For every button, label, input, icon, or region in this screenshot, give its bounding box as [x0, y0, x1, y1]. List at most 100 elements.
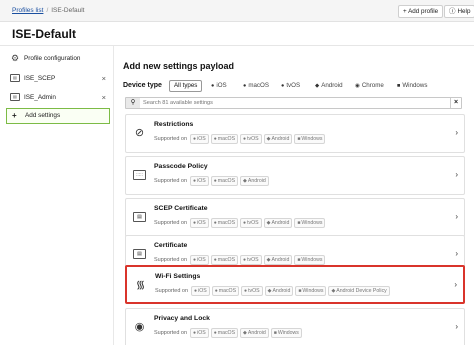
sidebar-item-ise-admin[interactable]: ▤ ISE_Admin ×	[6, 89, 110, 106]
device-type-windows[interactable]: ■ Windows	[397, 80, 427, 92]
windows-icon: ■	[297, 220, 301, 226]
platform-badge: ●iOS	[190, 176, 209, 186]
platform-label: Android	[271, 220, 290, 226]
platform-badge: ■Windows	[294, 255, 326, 265]
settings-card-restrictions[interactable]: ⊘ Restrictions Supported on ●iOS ●macOS ●tv…	[125, 114, 465, 153]
apple-icon: ●	[211, 83, 215, 89]
platform-label: macOS	[217, 257, 236, 263]
platform-label: Windows	[302, 288, 324, 294]
platform-label: macOS	[218, 288, 237, 294]
windows-icon: ■	[297, 136, 301, 142]
help-icon: ⓘ	[449, 8, 456, 15]
device-type-tvos[interactable]: ● tvOS	[281, 80, 300, 92]
platform-badge: ●tvOS	[240, 134, 262, 144]
apple-icon: ●	[213, 257, 217, 263]
platform-badge: ●macOS	[211, 286, 240, 296]
platform-badge: ■Windows	[294, 218, 326, 228]
platform-label: iOS	[198, 288, 207, 294]
apple-icon: ●	[243, 220, 247, 226]
platform-badge: ■Windows	[270, 328, 302, 338]
apple-icon: ●	[244, 288, 248, 294]
device-type-macos[interactable]: ● macOS	[243, 80, 269, 92]
card-title: Certificate	[154, 242, 188, 249]
sidebar-item-label: ISE_Admin	[24, 94, 56, 101]
settings-card-wifi-settings[interactable]: ᯾ Wi-Fi Settings Supported on ●iOS ●macOS ●…	[125, 265, 465, 304]
main-panel: Add new settings payload Device type All…	[121, 46, 467, 345]
platform-label: iOS	[197, 136, 206, 142]
platform-label: tvOS	[248, 288, 260, 294]
clear-search-button[interactable]: ×	[450, 98, 461, 108]
apple-icon: ●	[193, 178, 197, 184]
platform-badge: ●macOS	[210, 328, 239, 338]
certificate-icon: ▤	[133, 249, 146, 259]
apple-icon: ●	[193, 257, 197, 263]
android-icon: ◆	[266, 220, 271, 226]
platform-badge: ◆Android	[240, 328, 269, 338]
apple-icon: ●	[243, 136, 247, 142]
settings-card-privacy-and-lock[interactable]: ◉ Privacy and Lock Supported on ●iOS ●macO…	[125, 308, 465, 345]
breadcrumb-profiles-list-link[interactable]: Profiles list	[12, 7, 43, 14]
platform-badge: ◆Android	[264, 286, 294, 296]
platform-badge: ◆Android	[263, 134, 293, 144]
platform-label: iOS	[197, 257, 206, 263]
prohibited-icon: ⊘	[134, 127, 145, 139]
sidebar-item-ise-scep[interactable]: ▤ ISE_SCEP ×	[6, 70, 110, 87]
breadcrumb-separator: /	[46, 7, 49, 14]
platform-label: Android	[271, 257, 290, 263]
apple-icon: ●	[213, 136, 217, 142]
platform-label: Windows	[301, 220, 323, 226]
apple-icon: ●	[193, 220, 197, 226]
apple-icon: ●	[243, 83, 247, 89]
platform-label: macOS	[217, 330, 236, 336]
page-title: ISE-Default	[12, 27, 77, 41]
certificate-icon: ▤	[133, 212, 146, 222]
platform-label: Windows	[277, 330, 299, 336]
chip-label: Android	[321, 82, 343, 89]
supported-on-label: Supported on	[154, 136, 188, 142]
platform-label: Android	[271, 136, 290, 142]
wifi-icon: ᯾	[135, 279, 146, 291]
platform-label: Windows	[301, 257, 323, 263]
platform-label: Android	[247, 178, 266, 184]
search-input[interactable]	[143, 99, 443, 107]
apple-icon: ●	[193, 136, 197, 142]
device-type-ios[interactable]: ● iOS	[211, 80, 227, 92]
platform-label: macOS	[217, 220, 236, 226]
remove-ise-scep-button[interactable]: ×	[102, 70, 106, 87]
sidebar-item-add-settings[interactable]: + Add settings	[6, 108, 110, 124]
device-type-label: Device type	[123, 82, 162, 89]
android-icon: ◆	[266, 257, 271, 263]
chrome-icon: ◉	[355, 83, 360, 89]
sidebar-item-profile-configuration[interactable]: ⚙ Profile configuration	[6, 50, 110, 67]
help-button[interactable]: ⓘ Help	[444, 5, 474, 18]
device-type-chrome[interactable]: ◉ Chrome	[355, 80, 384, 92]
chevron-right-icon: ›	[455, 322, 458, 331]
help-label: Help	[457, 8, 471, 15]
supported-on-label: Supported on	[155, 288, 189, 294]
supported-platforms: Supported on ●iOS ●macOS ●tvOS ◆Android ■Wind…	[154, 218, 327, 228]
platform-badge: ●iOS	[190, 218, 209, 228]
certificate-icon: ▤	[10, 74, 20, 82]
platform-label: macOS	[217, 178, 236, 184]
device-type-android[interactable]: ◆ Android	[315, 80, 343, 92]
chip-label: macOS	[248, 82, 269, 89]
remove-ise-admin-button[interactable]: ×	[102, 89, 106, 106]
supported-platforms: Supported on ●iOS ●macOS ●tvOS ◆Android ■Wind…	[154, 134, 327, 144]
gear-icon: ⚙	[10, 53, 20, 63]
card-title: Privacy and Lock	[154, 315, 210, 322]
chevron-right-icon: ›	[455, 170, 458, 179]
sidebar: ⚙ Profile configuration ▤ ISE_SCEP × ▤ I…	[6, 50, 110, 126]
add-profile-button[interactable]: + Add profile	[398, 5, 444, 18]
apple-icon: ●	[213, 330, 217, 336]
platform-badge: ◆Android Device Policy	[328, 286, 390, 296]
platform-badge: ●iOS	[190, 255, 209, 265]
platform-label: Android Device Policy	[336, 288, 387, 294]
chip-label: Windows	[402, 82, 428, 89]
apple-icon: ●	[193, 330, 197, 336]
certificate-icon: ▤	[10, 93, 20, 101]
settings-card-scep-certificate[interactable]: ▤ SCEP Certificate Supported on ●iOS ●macO…	[125, 198, 465, 237]
device-type-all[interactable]: All types	[169, 80, 203, 92]
settings-card-passcode-policy[interactable]: ∷∷ Passcode Policy Supported on ●iOS ●macO…	[125, 156, 465, 195]
platform-label: tvOS	[247, 136, 259, 142]
platform-badge: ◆Android	[263, 255, 293, 265]
